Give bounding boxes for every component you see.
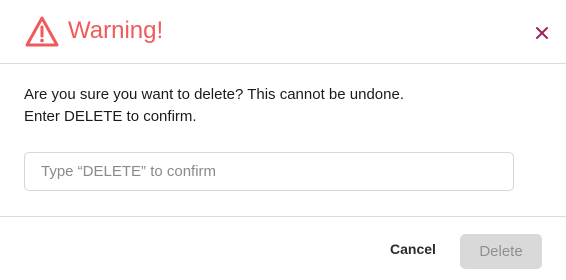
dialog-message: Are you sure you want to delete? This ca… <box>24 84 404 128</box>
confirm-delete-input[interactable] <box>24 152 514 191</box>
delete-button[interactable]: Delete <box>460 234 542 269</box>
dialog-body: Are you sure you want to delete? This ca… <box>0 64 566 216</box>
close-button[interactable] <box>533 24 551 42</box>
dialog-header: Warning! <box>0 0 566 64</box>
message-line: Are you sure you want to delete? This ca… <box>24 86 404 103</box>
dialog-title: Warning! <box>68 17 164 44</box>
warning-triangle-icon <box>24 15 60 49</box>
dialog-footer: Cancel Delete <box>0 216 566 280</box>
cancel-button[interactable]: Cancel <box>380 234 446 264</box>
delete-confirm-dialog: Warning! Are you sure you want to delete… <box>0 0 566 280</box>
close-icon <box>533 27 551 45</box>
message-line: Enter DELETE to confirm. <box>24 108 197 125</box>
